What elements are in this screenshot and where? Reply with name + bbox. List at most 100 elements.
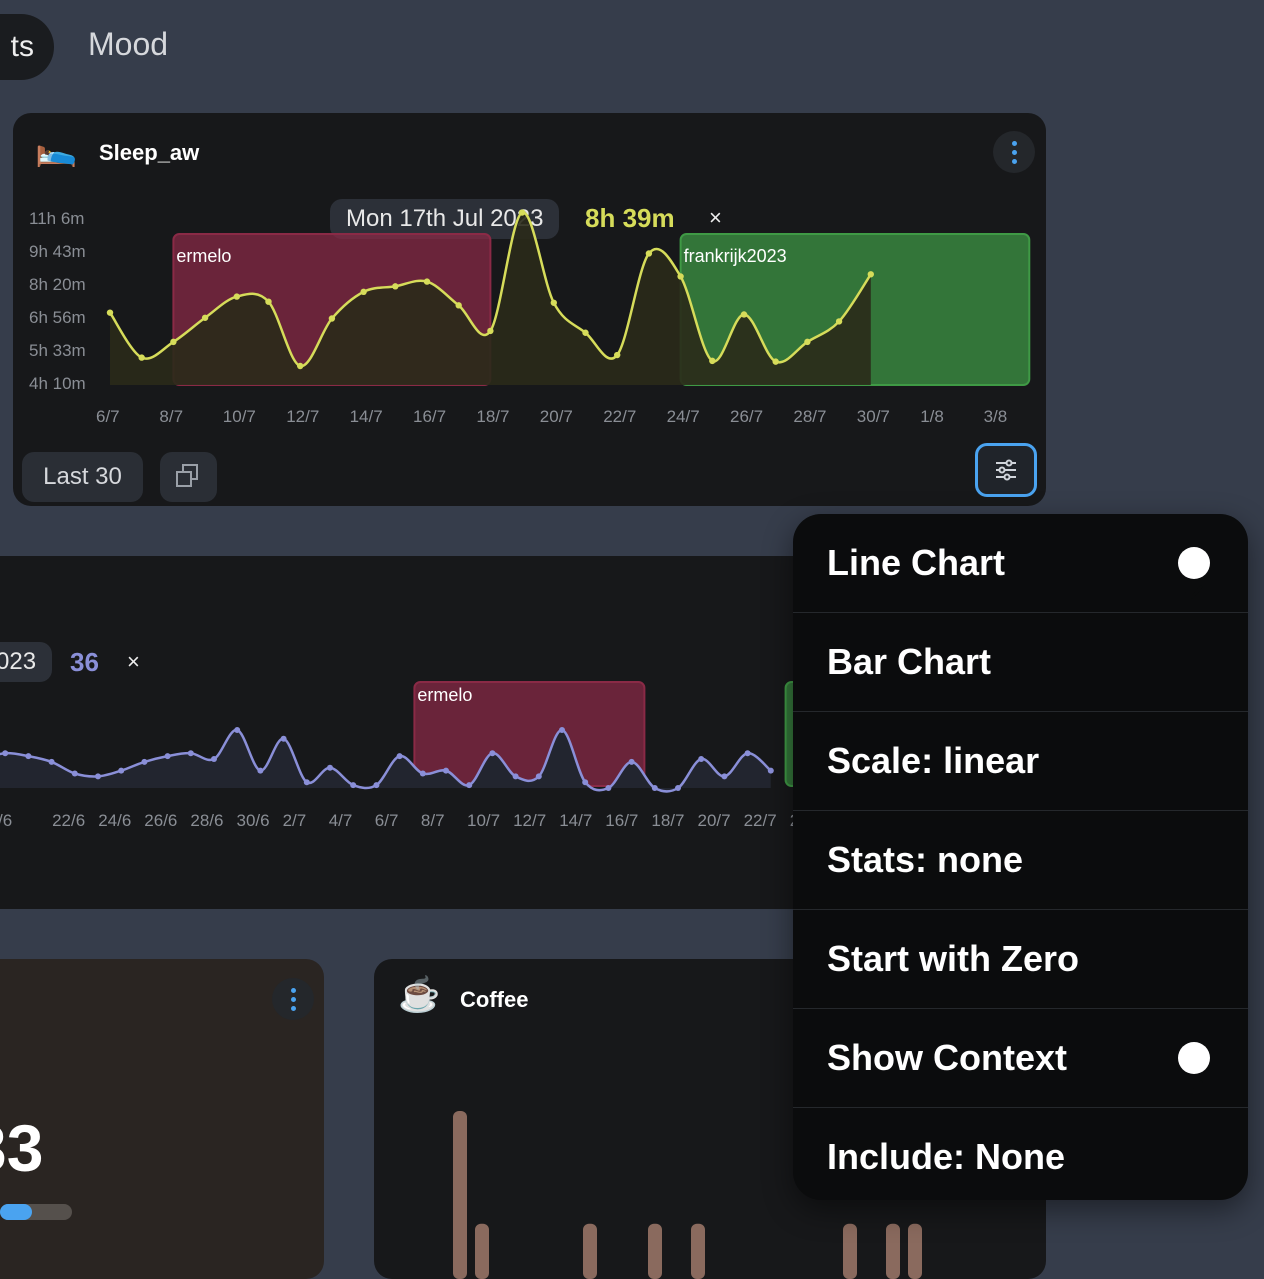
menu-item-include-none[interactable]: Include: None: [793, 1108, 1248, 1200]
stat-value: 33: [0, 1111, 44, 1185]
x-tick-label: 2/7: [282, 811, 307, 830]
menu-item-label: Include: None: [827, 1136, 1066, 1177]
last-30-button[interactable]: Last 30: [22, 452, 143, 502]
data-point: [392, 283, 399, 290]
data-point: [327, 764, 333, 771]
annotation-band: [172, 233, 492, 386]
data-point: [721, 773, 728, 780]
data-point: [804, 338, 811, 346]
x-tick-label: 14/7: [559, 811, 593, 830]
tooltip-date: 023: [0, 642, 53, 682]
data-point: [675, 785, 681, 791]
x-tick-label: 26/6: [144, 811, 178, 830]
data-point: [744, 750, 751, 757]
card-menu-button[interactable]: [272, 978, 314, 1020]
x-tick-label: 10/7: [467, 811, 501, 830]
menu-item-scale-linear[interactable]: Scale: linear: [793, 712, 1248, 811]
chart-settings-button[interactable]: [975, 443, 1037, 497]
x-tick-label: 8/7: [159, 407, 184, 426]
data-point: [170, 338, 177, 346]
x-tick-label: 3/8: [983, 407, 1008, 426]
x-tick-label: 20/7: [539, 407, 573, 426]
menu-item-line-chart[interactable]: Line Chart: [793, 514, 1248, 613]
tab-mood[interactable]: Mood: [88, 26, 168, 63]
tab-active[interactable]: ts: [0, 14, 54, 80]
data-point: [772, 358, 779, 365]
stat-card: [0, 959, 324, 1279]
data-point: [645, 250, 653, 257]
data-point: [350, 782, 357, 789]
mood-line: [0, 728, 772, 793]
x-tick-label: 16/7: [605, 811, 639, 830]
bar: [583, 1223, 597, 1279]
progress-fill: [0, 1204, 33, 1220]
kebab-dot-icon: [1011, 158, 1017, 164]
data-point: [628, 758, 635, 765]
data-point: [677, 273, 684, 280]
menu-item-bar-chart[interactable]: Bar Chart: [793, 613, 1248, 712]
menu-item-label: Show Context: [827, 1037, 1067, 1078]
copy-icon: [176, 464, 198, 487]
tabs-bar: ts Mood: [0, 0, 1264, 95]
x-tick-label: 8/7: [420, 811, 445, 830]
card-title: Sleep_aw: [99, 140, 200, 165]
y-tick-label: 5h 33m: [29, 341, 86, 360]
data-point: [605, 785, 612, 791]
data-point: [559, 727, 565, 733]
tooltip-close-button[interactable]: ×: [709, 205, 722, 231]
data-point: [95, 773, 101, 780]
tooltip-close-button[interactable]: ×: [127, 649, 140, 675]
x-tick-label: 30/7: [856, 407, 890, 426]
menu-item-start-with-zero[interactable]: Start with Zero: [793, 910, 1248, 1009]
bed-icon: 🛌: [35, 130, 78, 168]
data-point: [396, 753, 403, 760]
data-point: [835, 318, 843, 325]
x-tick-label: 10/7: [222, 407, 256, 426]
data-point: [233, 293, 240, 300]
sleep-card: 🛌 Sleep_aw Mon 17th Jul 2023 8h 39m × 11…: [13, 113, 1046, 506]
data-point: [280, 735, 287, 742]
x-tick-label: 20/7: [697, 811, 731, 830]
data-point: [582, 779, 589, 786]
x-tick-label: 22/7: [743, 811, 777, 830]
kebab-dot-icon: [1011, 140, 1017, 146]
data-point: [141, 758, 148, 765]
bar: [908, 1223, 922, 1279]
bar: [886, 1223, 900, 1279]
data-point: [71, 770, 78, 777]
menu-item-label: Line Chart: [827, 542, 1006, 583]
x-tick-label: 28/7: [793, 407, 827, 426]
y-tick-label: 8h 20m: [29, 275, 86, 294]
data-point: [582, 329, 589, 336]
data-point: [48, 758, 55, 765]
data-point: [265, 298, 272, 305]
tooltip-value: 8h 39m: [585, 203, 675, 233]
data-point: [303, 779, 310, 786]
checkmark-icon: [1178, 1042, 1210, 1094]
data-point: [328, 315, 336, 322]
bar: [648, 1223, 662, 1279]
kebab-dot-icon: [290, 1005, 296, 1011]
x-tick-label: 4/7: [328, 811, 353, 830]
menu-item-label: Bar Chart: [827, 641, 992, 682]
y-tick-label: 6h 56m: [29, 308, 86, 327]
x-tick-label: 28/6: [190, 811, 224, 830]
data-point: [709, 357, 716, 365]
menu-item-stats-none[interactable]: Stats: none: [793, 811, 1248, 910]
kebab-dot-icon: [1011, 149, 1017, 155]
bar: [475, 1223, 489, 1279]
annotation-label: ermelo: [176, 246, 231, 266]
x-tick-label: 6/7: [374, 811, 399, 830]
card-menu-button[interactable]: [993, 131, 1035, 173]
data-point: [512, 773, 519, 780]
data-point: [423, 278, 431, 285]
copy-button[interactable]: [160, 452, 217, 502]
data-point: [740, 311, 748, 318]
menu-item-show-context[interactable]: Show Context: [793, 1009, 1248, 1108]
x-tick-label: 26/7: [730, 407, 764, 426]
data-point: [2, 750, 9, 757]
x-tick-label: 12/7: [286, 407, 320, 426]
data-point: [211, 756, 217, 762]
data-point: [373, 782, 380, 789]
data-point: [297, 362, 304, 370]
